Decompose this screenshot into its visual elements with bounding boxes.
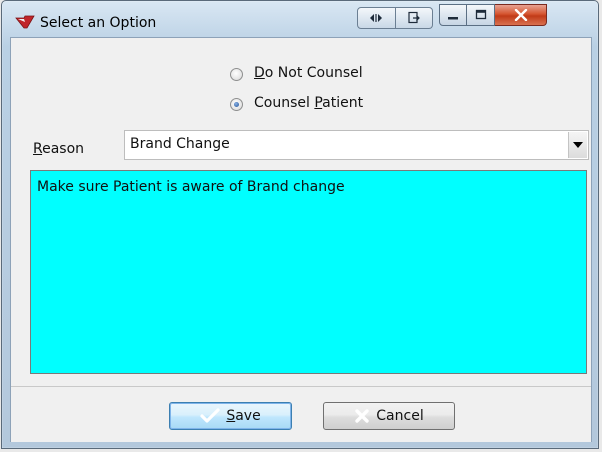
dropdown-arrow-icon [573, 142, 583, 148]
extra-title-buttons [357, 7, 433, 29]
app-icon [15, 15, 35, 29]
dialog-body: Do Not Counsel Counsel Patient Reason Br… [10, 37, 592, 442]
close-button[interactable] [495, 4, 547, 26]
radio-do-not-counsel[interactable] [230, 68, 243, 81]
caption-buttons [439, 4, 547, 26]
cancel-button-label: Cancel [376, 408, 424, 424]
dialog-footer: Save Cancel [11, 386, 591, 442]
minimize-icon [448, 17, 458, 20]
resize-icon [370, 14, 383, 22]
checkmark-icon [200, 408, 220, 423]
maximize-icon [475, 9, 486, 20]
dialog-window: Select an Option Do Not Counsel Counsel … [1, 0, 599, 449]
reason-selected-value: Brand Change [130, 136, 230, 152]
save-button[interactable]: Save [169, 402, 292, 430]
minimize-button[interactable] [439, 4, 467, 26]
restore-button[interactable] [395, 7, 433, 29]
cancel-x-icon [355, 409, 369, 423]
close-icon [514, 9, 527, 21]
reason-dropdown-button[interactable] [568, 132, 587, 158]
save-button-label: Save [226, 408, 261, 424]
reason-label: Reason [33, 141, 85, 157]
counsel-note-textarea[interactable]: Make sure Patient is aware of Brand chan… [30, 170, 587, 374]
window-title: Select an Option [40, 15, 157, 31]
resize-button[interactable] [357, 7, 396, 29]
option-label-do-not-counsel: Do Not Counsel [254, 65, 363, 81]
option-label-counsel-patient: Counsel Patient [254, 95, 364, 111]
maximize-button[interactable] [467, 4, 495, 26]
reason-dropdown[interactable]: Brand Change [124, 130, 589, 160]
radio-counsel-patient[interactable] [230, 98, 243, 111]
cancel-button[interactable]: Cancel [323, 402, 455, 430]
restore-icon [408, 11, 420, 24]
